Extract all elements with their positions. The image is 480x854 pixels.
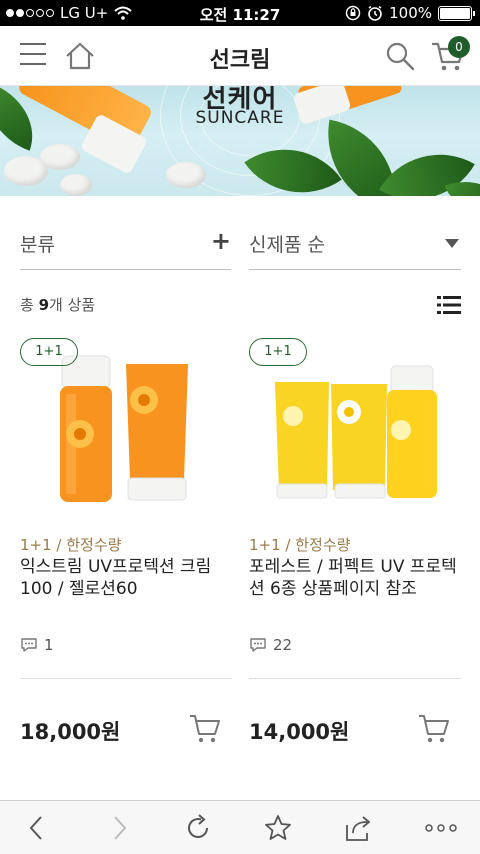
add-to-cart-button[interactable] xyxy=(417,710,451,746)
product-tag: 1+1 / 한정수량 xyxy=(249,536,351,554)
cart-count-badge: 0 xyxy=(448,36,470,58)
plus-icon: + xyxy=(210,227,231,255)
product-tag: 1+1 / 한정수량 xyxy=(20,536,122,554)
status-bar: LG U+ 오전 11:27 100% xyxy=(0,0,480,26)
share-button[interactable] xyxy=(343,813,373,843)
rotation-lock-icon xyxy=(345,5,361,21)
status-right: 100% xyxy=(345,4,475,22)
product-name[interactable]: 포레스트 / 퍼펙트 UV 프로텍션 6종 상품페이지 참조 xyxy=(249,556,461,600)
hamburger-icon xyxy=(20,43,46,65)
app-header: 선크림 xyxy=(0,26,480,86)
search-icon xyxy=(386,42,415,71)
sort-dropdown[interactable]: 신제품 순 xyxy=(249,218,461,270)
battery-icon xyxy=(438,5,475,21)
back-button[interactable] xyxy=(22,813,52,843)
cart-icon xyxy=(190,715,220,743)
divider xyxy=(20,678,232,679)
reload-button[interactable] xyxy=(183,813,213,843)
product-price: 14,000원 xyxy=(249,720,350,744)
divider xyxy=(249,678,461,679)
share-icon xyxy=(346,816,371,841)
list-view-icon xyxy=(437,296,461,314)
list-view-button[interactable] xyxy=(437,295,461,315)
caret-down-icon xyxy=(445,239,459,248)
comment-icon xyxy=(250,638,266,652)
add-to-cart-button[interactable] xyxy=(188,710,222,746)
category-filter[interactable]: 분류 + xyxy=(20,218,231,270)
product-price: 18,000원 xyxy=(20,720,121,744)
promo-badge: 1+1 xyxy=(249,338,307,366)
home-button[interactable] xyxy=(64,40,96,72)
more-button[interactable] xyxy=(424,813,458,843)
product-name[interactable]: 익스트림 UV프로텍션 크림 100 / 젤로션60 xyxy=(20,556,232,600)
home-icon xyxy=(66,42,94,70)
browser-toolbar xyxy=(0,800,480,854)
bookmark-button[interactable] xyxy=(263,813,293,843)
star-icon xyxy=(265,815,291,840)
banner-subtitle: SUNCARE xyxy=(195,108,285,128)
alarm-icon xyxy=(368,5,382,21)
category-filter-label: 분류 xyxy=(20,234,55,256)
battery-percent: 100% xyxy=(389,4,432,22)
cart-icon xyxy=(419,715,449,743)
review-count-value: 1 xyxy=(44,636,54,654)
category-banner: 선케어 SUNCARE xyxy=(0,86,480,196)
result-count: 총 9개 상품 xyxy=(20,296,96,314)
review-count[interactable]: 1 xyxy=(20,636,54,654)
more-icon xyxy=(425,824,457,832)
review-count-value: 22 xyxy=(273,636,293,654)
reload-icon xyxy=(188,814,208,838)
search-button[interactable] xyxy=(384,40,416,72)
review-count[interactable]: 22 xyxy=(249,636,292,654)
menu-button[interactable] xyxy=(20,43,46,67)
promo-badge: 1+1 xyxy=(20,338,78,366)
sort-dropdown-label: 신제품 순 xyxy=(249,234,325,256)
back-icon xyxy=(29,816,42,840)
forward-button[interactable] xyxy=(104,813,134,843)
forward-icon xyxy=(114,816,127,840)
comment-icon xyxy=(21,638,37,652)
